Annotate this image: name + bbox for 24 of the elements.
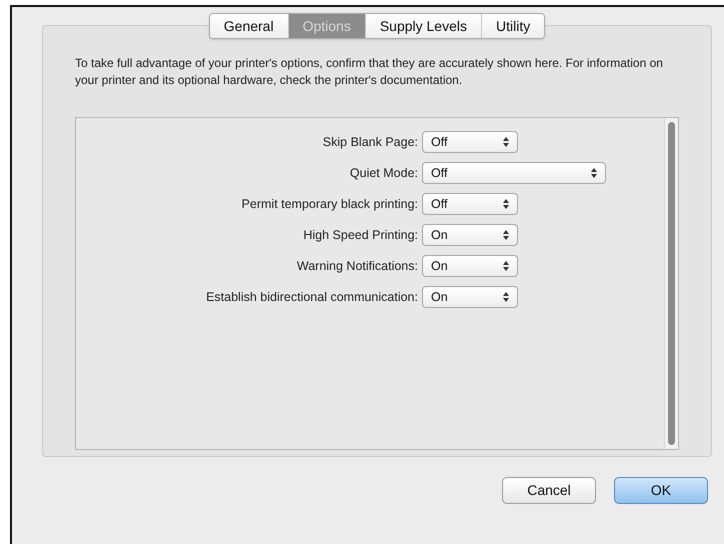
dialog-button[interactable]: OK (614, 477, 708, 504)
popup-menu[interactable]: On (422, 286, 518, 308)
stepper-arrows-icon (503, 230, 509, 240)
option-label: Establish bidirectional communication: (205, 288, 419, 306)
option-label: Warning Notifications: (296, 258, 419, 275)
option-label: Permit temporary black printing: (240, 196, 419, 213)
option-label: Quiet Mode: (348, 164, 419, 182)
tab[interactable]: General (210, 14, 289, 38)
popup-menu[interactable]: Off (422, 193, 518, 215)
stepper-arrows-icon (503, 137, 509, 147)
popup-menu[interactable]: Off (422, 131, 518, 153)
option-label: High Speed Printing: (302, 226, 419, 244)
dialog-button[interactable]: Cancel (502, 477, 596, 504)
stepper-arrows-icon (503, 292, 509, 302)
stepper-arrows-icon (591, 168, 597, 178)
popup-menu[interactable]: Off (422, 162, 606, 184)
stepper-arrows-icon (503, 199, 509, 209)
popup-menu[interactable]: On (422, 224, 518, 246)
tab[interactable]: Supply Levels (366, 14, 482, 38)
popup-menu[interactable]: On (422, 255, 518, 277)
description-text: To take full advantage of your printer's options, confirm that they are accurately shown here. For information on your printer and its optional hardware, check the printer's documentation. (75, 55, 664, 89)
stepper-arrows-icon (503, 261, 509, 271)
option-label: Skip Blank Page: (322, 134, 419, 151)
tab[interactable]: Utility (482, 14, 544, 38)
